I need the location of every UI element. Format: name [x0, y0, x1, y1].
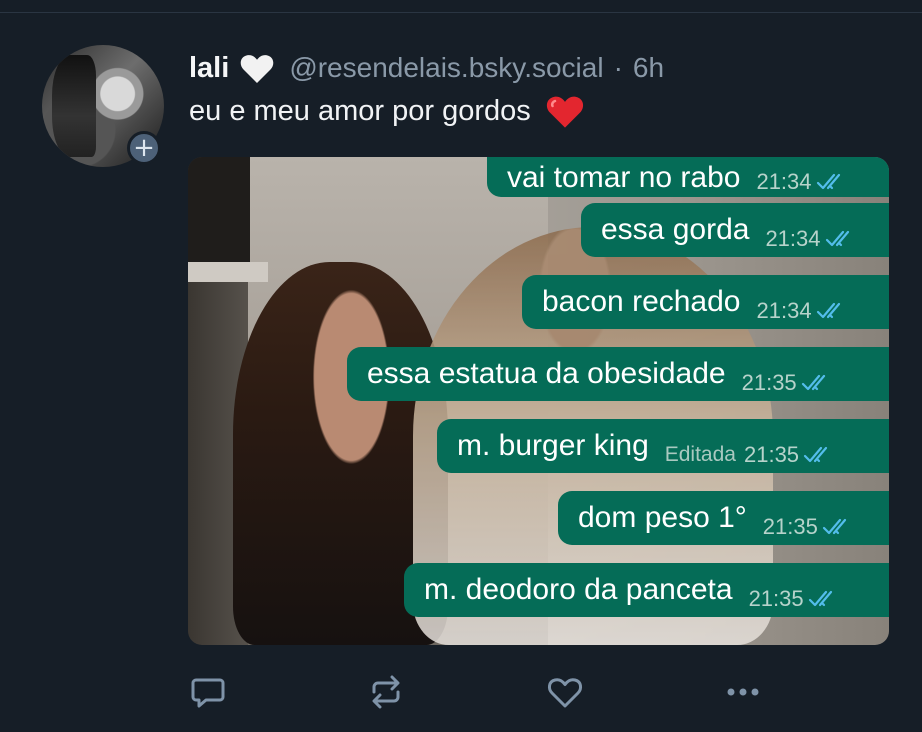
message-bubble: dom peso 1° 21:35 [558, 491, 889, 545]
message-bubble: essa estatua da obesidade 21:35 [347, 347, 889, 401]
like-icon[interactable] [545, 672, 585, 712]
post-header: lali @resendelais.bsky.social · 6h [189, 49, 664, 87]
message-text: bacon rechado [542, 285, 741, 318]
message-meta: 21:35 [749, 586, 842, 612]
message-bubble: essa gorda 21:34 [581, 203, 889, 257]
repost-icon[interactable] [366, 672, 406, 712]
message-text: vai tomar no rabo [507, 161, 741, 194]
message-text: m. burger king [457, 429, 649, 462]
plus-icon: + [133, 133, 155, 163]
message-time: 21:34 [756, 298, 812, 323]
message-bubble: vai tomar no rabo 21:34 [487, 157, 889, 197]
message-meta: 21:35 [742, 370, 835, 396]
message-time: 21:35 [743, 442, 800, 467]
message-time: 21:34 [756, 169, 812, 194]
message-time: 21:35 [748, 586, 804, 611]
message-text: dom peso 1° [578, 501, 747, 534]
message-text: essa estatua da obesidade [367, 357, 726, 390]
photo-shadow [188, 157, 250, 267]
reply-icon[interactable] [188, 672, 228, 712]
separator-dot: · [613, 52, 623, 83]
edited-label: Editada [664, 443, 736, 466]
double-check-icon [808, 590, 832, 607]
more-icon[interactable] [723, 672, 763, 712]
follow-button[interactable]: + [127, 131, 161, 165]
message-meta: 21:35 [763, 514, 856, 540]
message-time: 21:35 [741, 370, 797, 395]
red-heart-icon [546, 96, 583, 128]
white-heart-icon [241, 55, 274, 83]
message-text: essa gorda [601, 213, 750, 246]
message-bubble: m. burger king Editada 21:35 [437, 419, 889, 473]
top-divider [0, 12, 922, 13]
handle[interactable]: @resendelais.bsky.social [289, 52, 603, 84]
message-meta: 21:34 [756, 169, 849, 195]
message-meta: 21:34 [765, 226, 858, 252]
post-body: eu e meu amor por gordos [189, 94, 531, 127]
message-bubble: m. deodoro da panceta 21:35 [404, 563, 889, 617]
message-bubble: bacon rechado 21:34 [522, 275, 889, 329]
message-meta: 21:34 [757, 298, 850, 324]
double-check-icon [816, 173, 840, 190]
image-embed[interactable]: vai tomar no rabo 21:34 essa gorda 21:34 bac… [188, 157, 889, 645]
message-meta: Editada 21:35 [665, 442, 837, 468]
message-text: m. deodoro da panceta [424, 573, 733, 606]
message-time: 21:35 [762, 514, 818, 539]
double-check-icon [816, 302, 840, 319]
display-name[interactable]: lali [189, 52, 229, 85]
double-check-icon [803, 446, 828, 463]
post-time[interactable]: 6h [633, 52, 664, 84]
photo-shelf [188, 262, 268, 282]
post-text: eu e meu amor por gordos [189, 92, 585, 130]
message-time: 21:34 [765, 226, 821, 251]
double-check-icon [801, 374, 825, 391]
double-check-icon [822, 518, 846, 535]
double-check-icon [825, 230, 849, 247]
